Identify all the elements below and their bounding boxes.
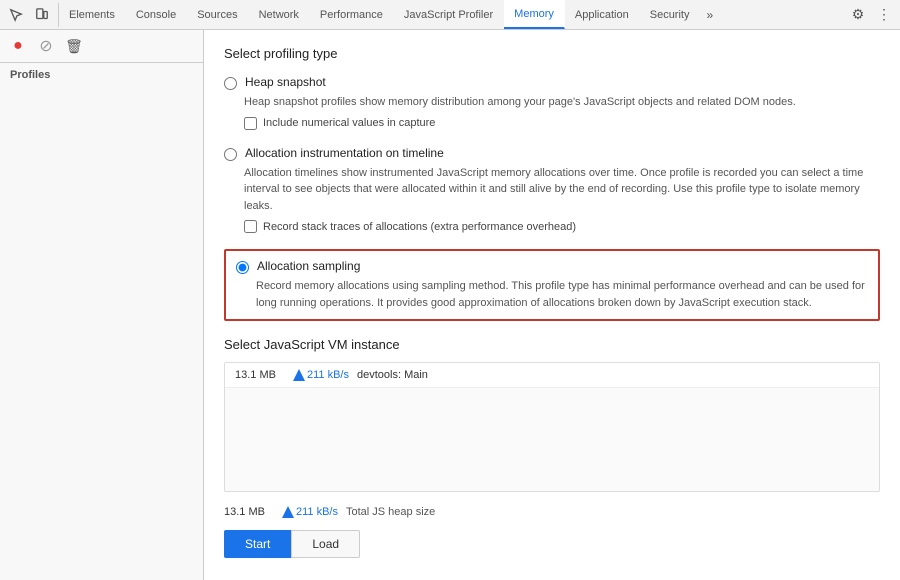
section-title: Select profiling type — [224, 46, 880, 61]
tab-sources[interactable]: Sources — [187, 0, 248, 29]
devtools-toolbar: Elements Console Sources Network Perform… — [0, 0, 900, 30]
heap-snapshot-radio[interactable] — [224, 77, 237, 90]
allocation-instrumentation-label[interactable]: Allocation instrumentation on timeline — [245, 146, 444, 160]
allocation-sampling-selected-box: Allocation sampling Record memory alloca… — [224, 249, 880, 321]
vm-name: devtools: Main — [357, 369, 428, 381]
footer-size: 13.1 MB — [224, 506, 274, 518]
device-toolbar-icon[interactable] — [30, 3, 54, 27]
vm-rate-icon — [293, 369, 305, 381]
stack-traces-label[interactable]: Record stack traces of allocations (extr… — [263, 221, 576, 233]
more-options-button[interactable]: ⋮ — [872, 3, 896, 27]
heap-snapshot-option: Heap snapshot Heap snapshot profiles sho… — [224, 75, 880, 130]
heap-snapshot-row: Heap snapshot — [224, 75, 880, 90]
content-panel: Select profiling type Heap snapshot Heap… — [204, 30, 900, 580]
allocation-sampling-desc: Record memory allocations using sampling… — [256, 278, 868, 311]
vm-list: 13.1 MB 211 kB/s devtools: Main — [224, 362, 880, 492]
inspect-icon[interactable] — [4, 3, 28, 27]
tab-application[interactable]: Application — [565, 0, 640, 29]
footer-rate-icon — [282, 506, 294, 518]
stack-traces-suboption: Record stack traces of allocations (extr… — [244, 220, 880, 233]
allocation-instrumentation-desc: Allocation timelines show instrumented J… — [244, 165, 880, 215]
stack-traces-checkbox[interactable] — [244, 220, 257, 233]
tab-javascript-profiler[interactable]: JavaScript Profiler — [394, 0, 504, 29]
allocation-instrumentation-row: Allocation instrumentation on timeline — [224, 146, 880, 161]
vm-section-title: Select JavaScript VM instance — [224, 337, 880, 352]
vm-rate: 211 kB/s — [293, 369, 349, 381]
record-button[interactable]: ● — [6, 34, 30, 58]
heap-snapshot-label[interactable]: Heap snapshot — [245, 75, 326, 89]
numerical-values-label[interactable]: Include numerical values in capture — [263, 117, 435, 129]
allocation-sampling-label[interactable]: Allocation sampling — [257, 259, 360, 273]
allocation-sampling-radio[interactable] — [236, 261, 249, 274]
tab-security[interactable]: Security — [640, 0, 701, 29]
more-tabs-button[interactable]: » — [700, 0, 719, 29]
toolbar-icons — [0, 3, 59, 27]
stop-button[interactable]: ⊘ — [34, 34, 58, 58]
tab-network[interactable]: Network — [249, 0, 310, 29]
numerical-values-checkbox[interactable] — [244, 117, 257, 130]
profiles-label: Profiles — [0, 63, 203, 87]
vm-size: 13.1 MB — [235, 369, 285, 381]
action-buttons: Start Load — [224, 530, 880, 558]
allocation-sampling-row: Allocation sampling — [236, 259, 868, 274]
main-area: ● ⊘ 🗑 Profiles Select profiling type Hea… — [0, 30, 900, 580]
allocation-instrumentation-option: Allocation instrumentation on timeline A… — [224, 146, 880, 234]
settings-button[interactable]: ⚙ — [846, 3, 870, 27]
allocation-instrumentation-radio[interactable] — [224, 148, 237, 161]
footer-label: Total JS heap size — [346, 506, 435, 518]
load-button[interactable]: Load — [291, 530, 360, 558]
footer-stats: 13.1 MB 211 kB/s Total JS heap size — [224, 506, 880, 518]
start-button[interactable]: Start — [224, 530, 291, 558]
nav-tabs: Elements Console Sources Network Perform… — [59, 0, 842, 29]
tab-performance[interactable]: Performance — [310, 0, 394, 29]
sidebar: ● ⊘ 🗑 Profiles — [0, 30, 204, 580]
heap-snapshot-desc: Heap snapshot profiles show memory distr… — [244, 94, 880, 111]
tab-elements[interactable]: Elements — [59, 0, 126, 29]
clear-button[interactable]: 🗑 — [62, 34, 86, 58]
vm-rate-value: 211 kB/s — [307, 369, 349, 381]
heap-snapshot-suboption: Include numerical values in capture — [244, 117, 880, 130]
footer-rate: 211 kB/s — [282, 506, 338, 518]
tab-memory[interactable]: Memory — [504, 0, 565, 29]
vm-item[interactable]: 13.1 MB 211 kB/s devtools: Main — [225, 363, 879, 388]
sidebar-toolbar: ● ⊘ 🗑 — [0, 30, 203, 63]
footer-rate-value: 211 kB/s — [296, 506, 338, 518]
tab-console[interactable]: Console — [126, 0, 187, 29]
toolbar-right: ⚙ ⋮ — [842, 3, 900, 27]
